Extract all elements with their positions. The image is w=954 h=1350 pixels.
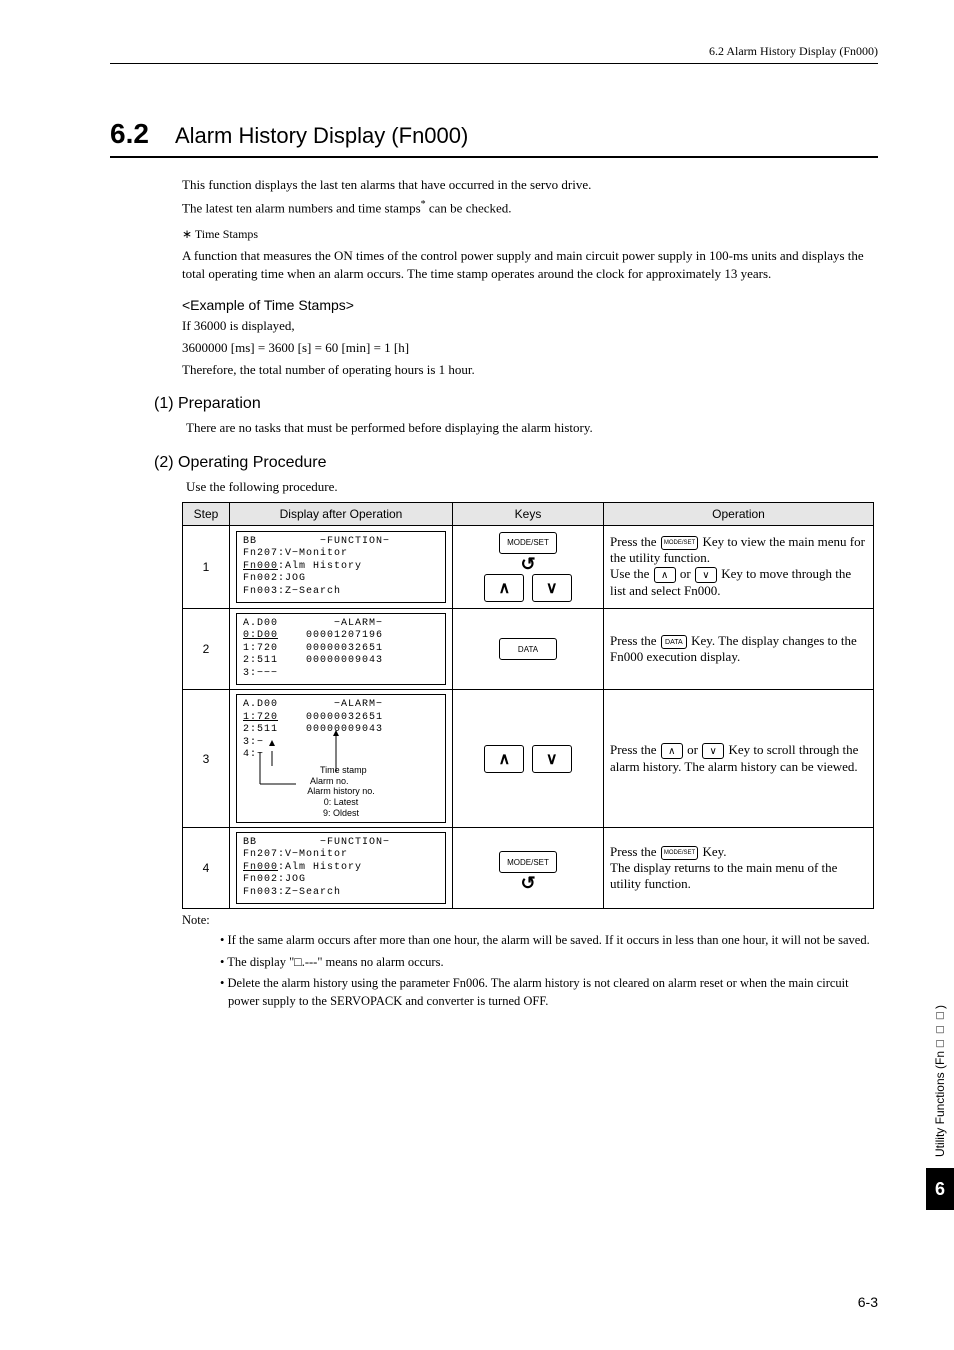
loop-icon — [520, 879, 535, 887]
example-heading: <Example of Time Stamps> — [182, 297, 878, 313]
page-number: 6-3 — [858, 1294, 878, 1310]
note-item: • If the same alarm occurs after more th… — [220, 932, 878, 950]
label-alarm-no: Alarm no. — [276, 776, 446, 787]
operation-cell: Press the ∧ or ∨ Key to scroll through t… — [604, 690, 874, 828]
note-item: • Delete the alarm history using the par… — [220, 975, 878, 1010]
notes-block: Note: • If the same alarm occurs after m… — [182, 913, 878, 1010]
keys-cell: ∧ ∨ — [453, 690, 604, 828]
down-key: ∨ — [532, 745, 572, 773]
table-row: 1 BB −FUNCTION− Fn207:V−Monitor Fn000:Al… — [183, 525, 874, 608]
col-display: Display after Operation — [230, 502, 453, 525]
note-label: Note: — [182, 913, 210, 928]
proc-text: Use the following procedure. — [186, 478, 878, 496]
loop-icon — [520, 560, 535, 568]
keys-cell: MODE/SET ∧ ∨ — [453, 525, 604, 608]
down-key: ∨ — [532, 574, 572, 602]
display-cell: BB −FUNCTION− Fn207:V−Monitor Fn000:Alm … — [230, 827, 453, 909]
mode-set-key: MODE/SET — [499, 851, 557, 873]
down-key-inline: ∨ — [702, 743, 724, 759]
intro-line-1: This function displays the last ten alar… — [182, 176, 878, 194]
running-header: 6.2 Alarm History Display (Fn000) — [110, 44, 878, 64]
keys-cell: DATA — [453, 608, 604, 690]
note-item: • The display "□.---" means no alarm occ… — [220, 954, 878, 972]
col-keys: Keys — [453, 502, 604, 525]
lcd-screen: BB −FUNCTION− Fn207:V−Monitor Fn000:Alm … — [236, 531, 446, 604]
mode-set-key-inline: MODE/SET — [661, 846, 698, 860]
mode-set-key: MODE/SET — [499, 532, 557, 554]
col-step: Step — [183, 502, 230, 525]
example-line-1: If 36000 is displayed, — [182, 317, 878, 335]
up-key: ∧ — [484, 574, 524, 602]
up-key-inline: ∧ — [661, 743, 683, 759]
label-oldest: 9: Oldest — [236, 808, 446, 819]
step-num: 2 — [183, 608, 230, 690]
procedure-table: Step Display after Operation Keys Operat… — [182, 502, 874, 910]
display-cell: BB −FUNCTION− Fn207:V−Monitor Fn000:Alm … — [230, 525, 453, 608]
data-key: DATA — [499, 638, 557, 660]
side-tab-label: Utility Functions (Fn□□□) — [933, 997, 947, 1165]
prep-text: There are no tasks that must be performe… — [186, 419, 878, 437]
display-cell: A.D00 −ALARM− 0:D00 00001207196 1:720 00… — [230, 608, 453, 690]
up-key: ∧ — [484, 745, 524, 773]
lcd-screen: BB −FUNCTION− Fn207:V−Monitor Fn000:Alm … — [236, 832, 446, 905]
chapter-badge: 6 — [926, 1168, 954, 1210]
side-tab: Utility Functions (Fn□□□) 6 — [926, 997, 954, 1210]
step-num: 4 — [183, 827, 230, 909]
step-num: 3 — [183, 690, 230, 828]
prep-heading: (1) Preparation — [154, 395, 878, 413]
example-line-3: Therefore, the total number of operating… — [182, 361, 878, 379]
proc-heading: (2) Operating Procedure — [154, 454, 878, 472]
timestamp-asterisk: ∗ Time Stamps — [182, 226, 878, 243]
label-alarm-history-no: Alarm history no. — [236, 786, 446, 797]
operation-cell: Press the DATA Key. The display changes … — [604, 608, 874, 690]
up-key-inline: ∧ — [654, 567, 676, 583]
keys-cell: MODE/SET — [453, 827, 604, 909]
operation-cell: Press the MODE/SET Key. The display retu… — [604, 827, 874, 909]
timestamp-desc: A function that measures the ON times of… — [182, 247, 878, 283]
operation-cell: Press the MODE/SET Key to view the main … — [604, 525, 874, 608]
lcd-screen: A.D00 −ALARM− 0:D00 00001207196 1:720 00… — [236, 613, 446, 686]
intro-line-2: The latest ten alarm numbers and time st… — [182, 198, 878, 218]
header-text: 6.2 Alarm History Display (Fn000) — [709, 44, 878, 58]
mode-set-key-inline: MODE/SET — [661, 536, 698, 550]
down-key-inline: ∨ — [695, 567, 717, 583]
data-key-inline: DATA — [661, 635, 687, 649]
table-row: 3 A.D00 −ALARM− 1:720 00000032651 2:511 … — [183, 690, 874, 828]
display-cell: A.D00 −ALARM− 1:720 00000032651 2:511 00… — [230, 690, 453, 828]
col-operation: Operation — [604, 502, 874, 525]
label-latest: 0: Latest — [236, 797, 446, 808]
section-number: 6.2 — [110, 118, 149, 150]
section-name: Alarm History Display (Fn000) — [175, 123, 468, 149]
label-time-stamp: Time stamp — [276, 765, 446, 776]
table-row: 4 BB −FUNCTION− Fn207:V−Monitor Fn000:Al… — [183, 827, 874, 909]
step-num: 1 — [183, 525, 230, 608]
example-line-2: 3600000 [ms] = 3600 [s] = 60 [min] = 1 [… — [182, 339, 878, 357]
section-title: 6.2 Alarm History Display (Fn000) — [110, 118, 878, 158]
table-row: 2 A.D00 −ALARM− 0:D00 00001207196 1:720 … — [183, 608, 874, 690]
